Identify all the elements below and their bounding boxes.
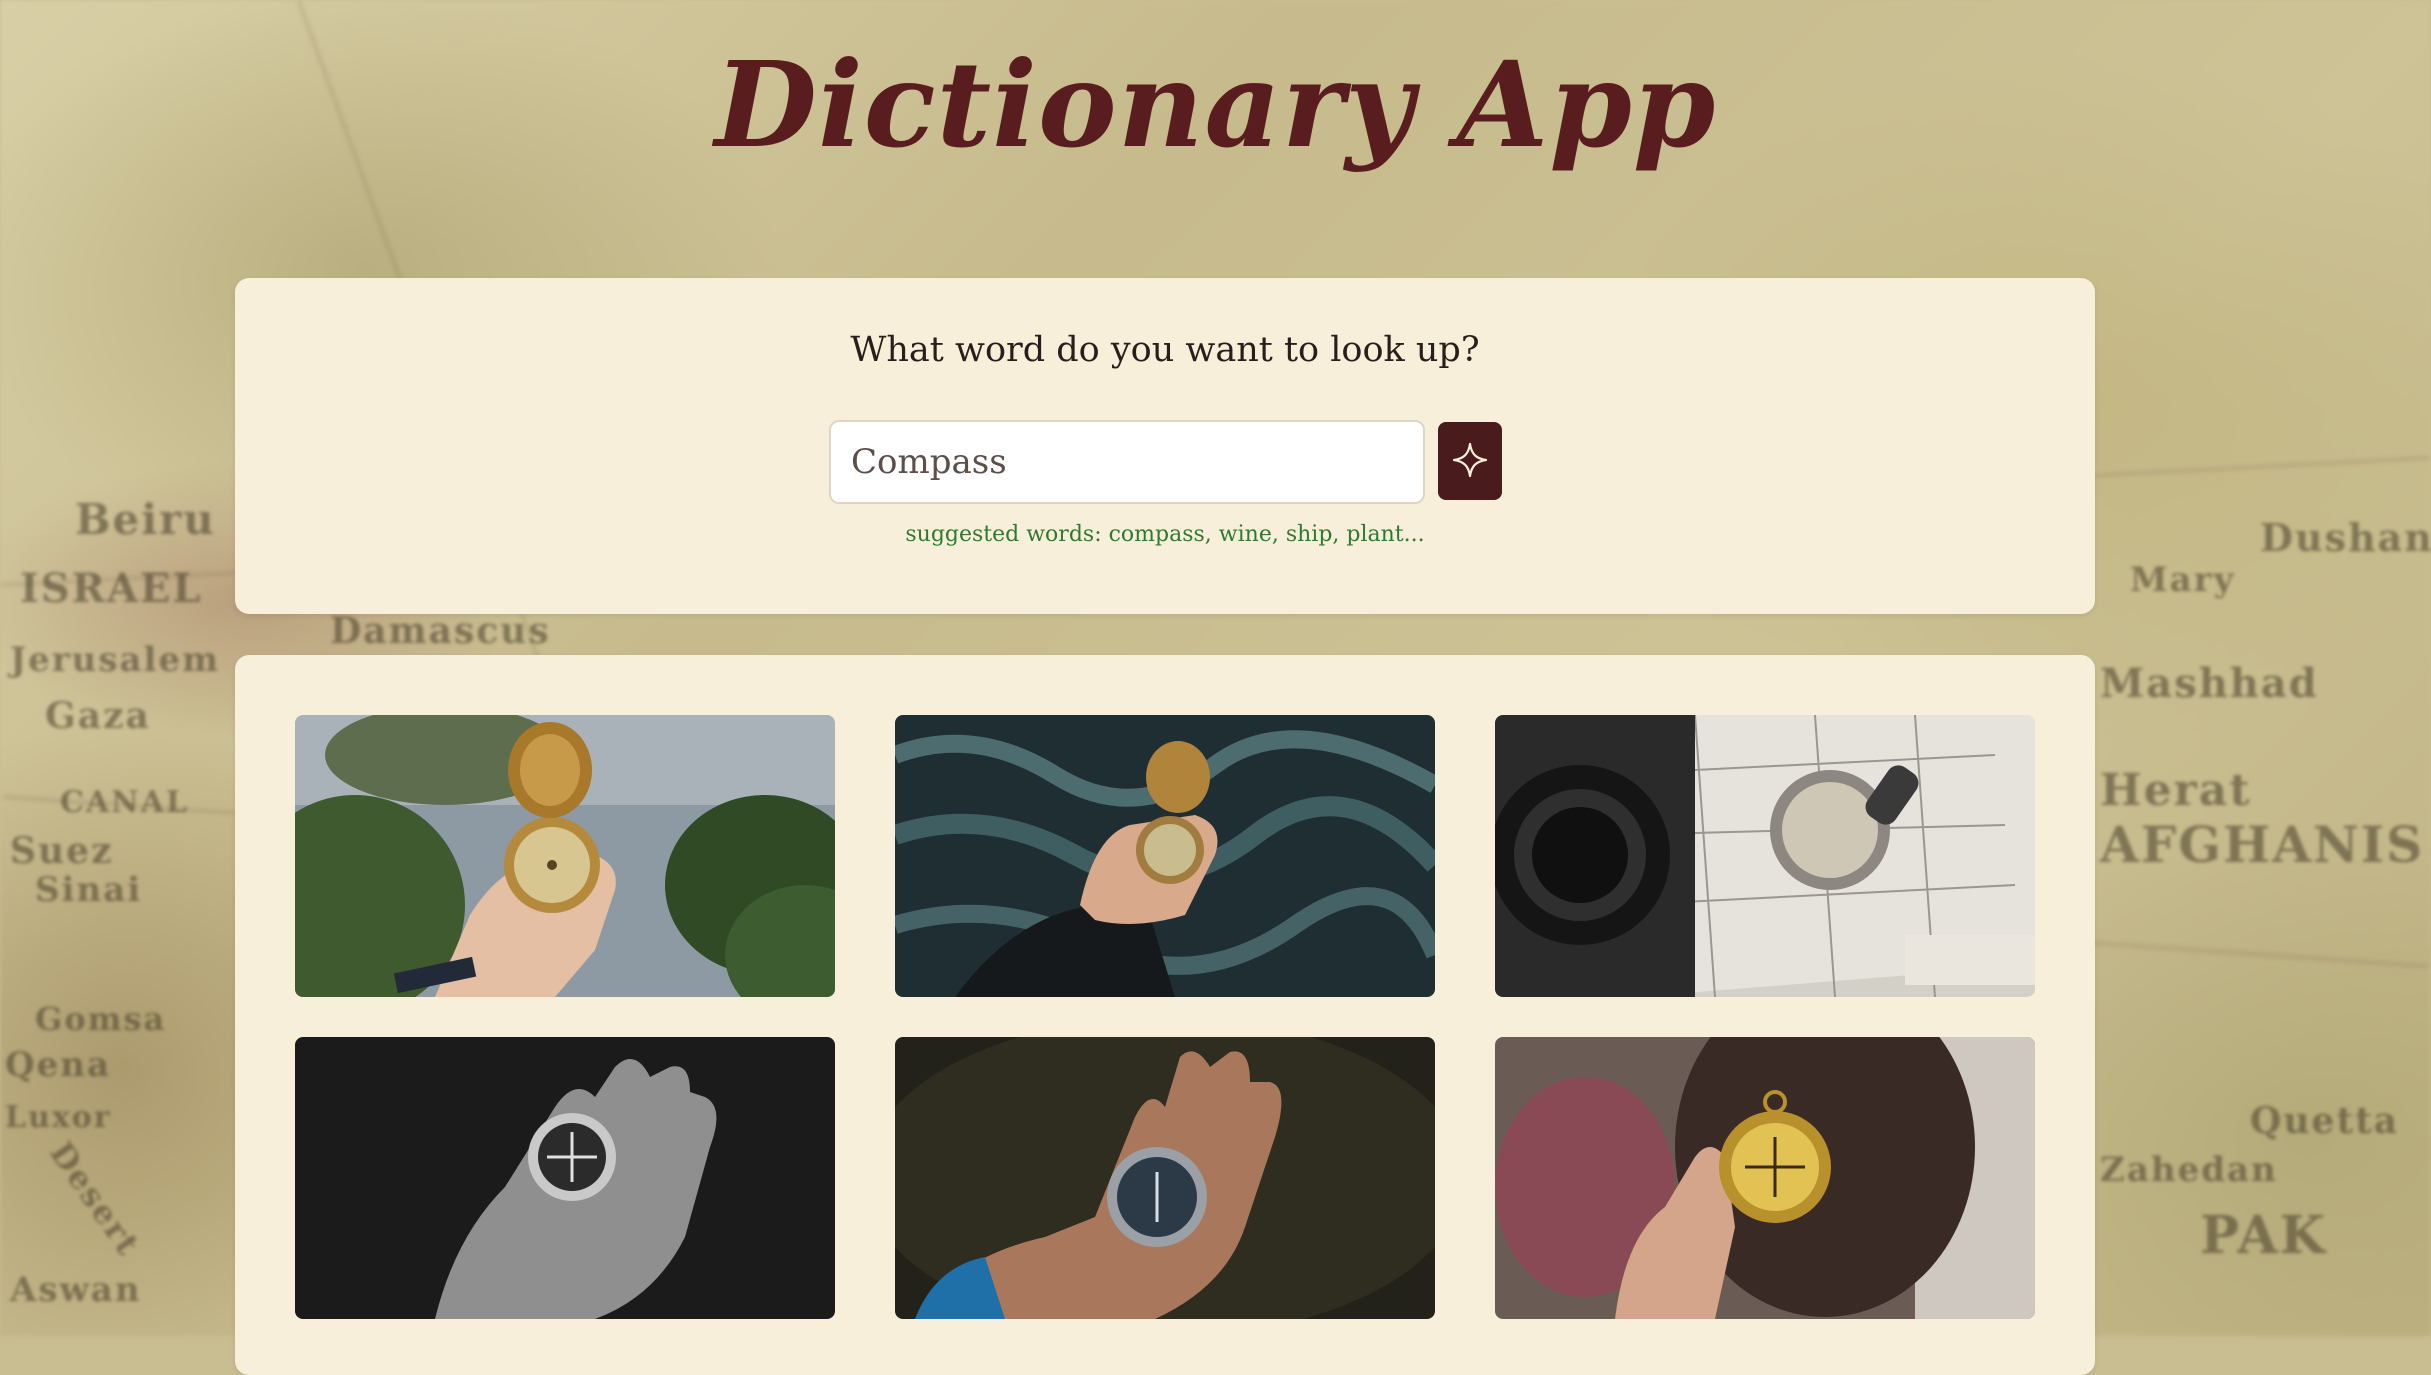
map-label: Beiru xyxy=(75,495,216,544)
app-title: Dictionary App xyxy=(714,35,1717,174)
search-prompt: What word do you want to look up? xyxy=(850,330,1480,370)
map-label: Herat xyxy=(2100,765,2252,816)
map-label: Damascus xyxy=(330,610,551,652)
search-button[interactable] xyxy=(1438,422,1502,500)
map-label: Qena xyxy=(5,1045,111,1085)
map-label: Zahedan xyxy=(2100,1150,2278,1190)
search-panel: What word do you want to look up? sugges… xyxy=(235,278,2095,614)
map-label: Dushan xyxy=(2260,515,2431,560)
map-label: ISRAEL xyxy=(20,565,203,612)
map-label: CANAL xyxy=(60,785,189,820)
photo-compass-hand-pine[interactable] xyxy=(895,715,1435,997)
photo-compass-hand-coast[interactable] xyxy=(295,715,835,997)
map-label: Gomsa xyxy=(35,1000,167,1038)
photo-compass-palm-monochrome[interactable] xyxy=(295,1037,835,1319)
compass-photo-icon xyxy=(295,715,835,997)
sparkle-icon xyxy=(1451,441,1489,482)
map-label: Mary xyxy=(2130,560,2236,600)
map-label: Mashhad xyxy=(2100,660,2319,707)
map-label: Quetta xyxy=(2250,1100,2400,1142)
map-label: Jerusalem xyxy=(10,640,221,680)
map-label: Suez xyxy=(10,830,114,872)
photo-compass-palm-dark[interactable] xyxy=(895,1037,1435,1319)
photo-compass-held-gold[interactable] xyxy=(1495,1037,2035,1319)
photo-results-panel xyxy=(235,655,2095,1375)
map-label: Luxor xyxy=(5,1100,112,1135)
photo-compass-on-map[interactable] xyxy=(1495,715,2035,997)
map-label: AFGHANIS xyxy=(2100,815,2425,874)
suggested-words: suggested words: compass, wine, ship, pl… xyxy=(905,522,1425,547)
map-label: Sinai xyxy=(35,870,143,910)
map-label: Aswan xyxy=(10,1270,142,1310)
map-label: PAK xyxy=(2200,1205,2327,1266)
search-input[interactable] xyxy=(829,420,1425,504)
map-label: Gaza xyxy=(45,695,151,737)
